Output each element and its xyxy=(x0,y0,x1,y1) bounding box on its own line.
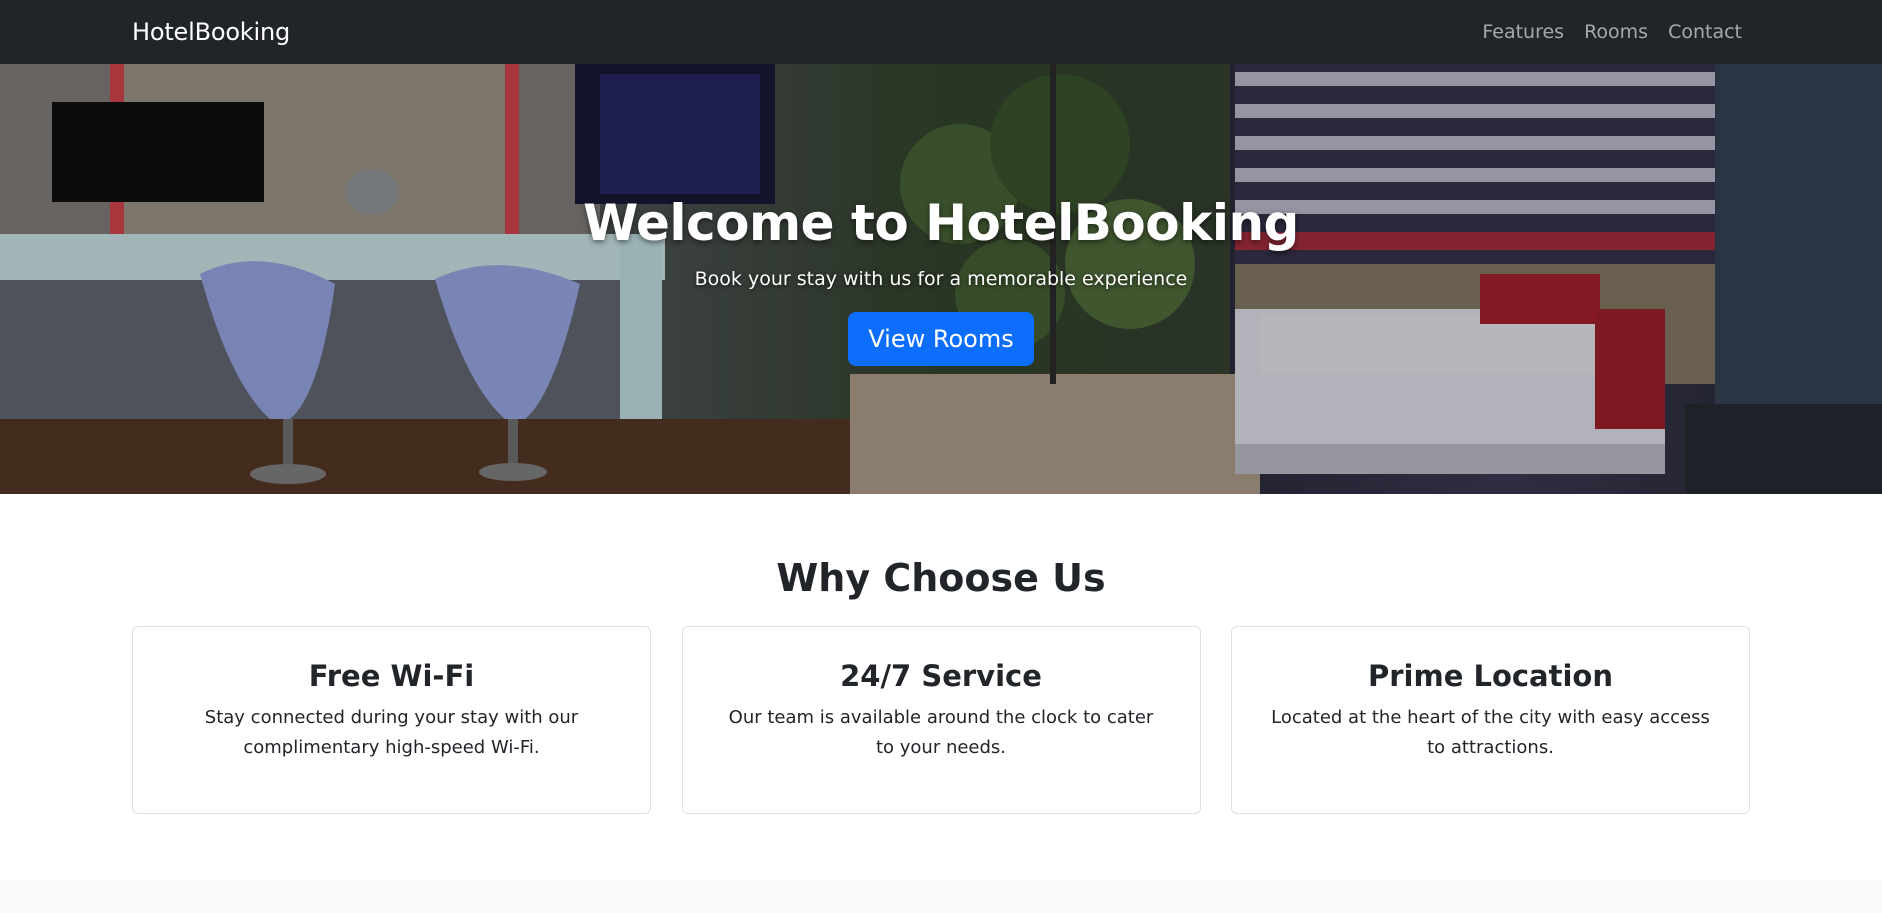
feature-card-title: Prime Location xyxy=(1367,659,1613,693)
navbar: HotelBooking Features Rooms Contact xyxy=(0,0,1882,64)
nav-link-features[interactable]: Features xyxy=(1482,21,1564,43)
nav-link-contact[interactable]: Contact xyxy=(1668,21,1742,43)
feature-card-title: 24/7 Service xyxy=(840,659,1042,693)
view-rooms-button[interactable]: View Rooms xyxy=(848,312,1034,366)
brand-logo-link[interactable]: HotelBooking xyxy=(132,18,290,46)
feature-card-text: Stay connected during your stay with our… xyxy=(204,707,579,758)
feature-card-text: Located at the heart of the city with ea… xyxy=(1271,707,1710,758)
next-section-band xyxy=(0,880,1882,913)
feature-card-text: Our team is available around the clock t… xyxy=(728,707,1154,758)
feature-card-location: Prime Location Located at the heart of t… xyxy=(1231,626,1750,814)
feature-cards: Free Wi-Fi Stay connected during your st… xyxy=(0,626,1882,814)
features-section: Why Choose Us Free Wi-Fi Stay connected … xyxy=(0,494,1882,814)
hero-section: Welcome to HotelBooking Book your stay w… xyxy=(0,64,1882,494)
features-title: Why Choose Us xyxy=(776,556,1106,600)
hero-content: Welcome to HotelBooking Book your stay w… xyxy=(0,194,1882,366)
feature-card-wifi: Free Wi-Fi Stay connected during your st… xyxy=(132,626,651,814)
hero-subtitle: Book your stay with us for a memorable e… xyxy=(694,268,1188,290)
feature-card-title: Free Wi-Fi xyxy=(308,659,475,693)
feature-card-service: 24/7 Service Our team is available aroun… xyxy=(681,626,1201,814)
nav-link-rooms[interactable]: Rooms xyxy=(1584,21,1648,43)
nav-links: Features Rooms Contact xyxy=(1482,21,1742,43)
hero-title: Welcome to HotelBooking xyxy=(583,194,1299,252)
